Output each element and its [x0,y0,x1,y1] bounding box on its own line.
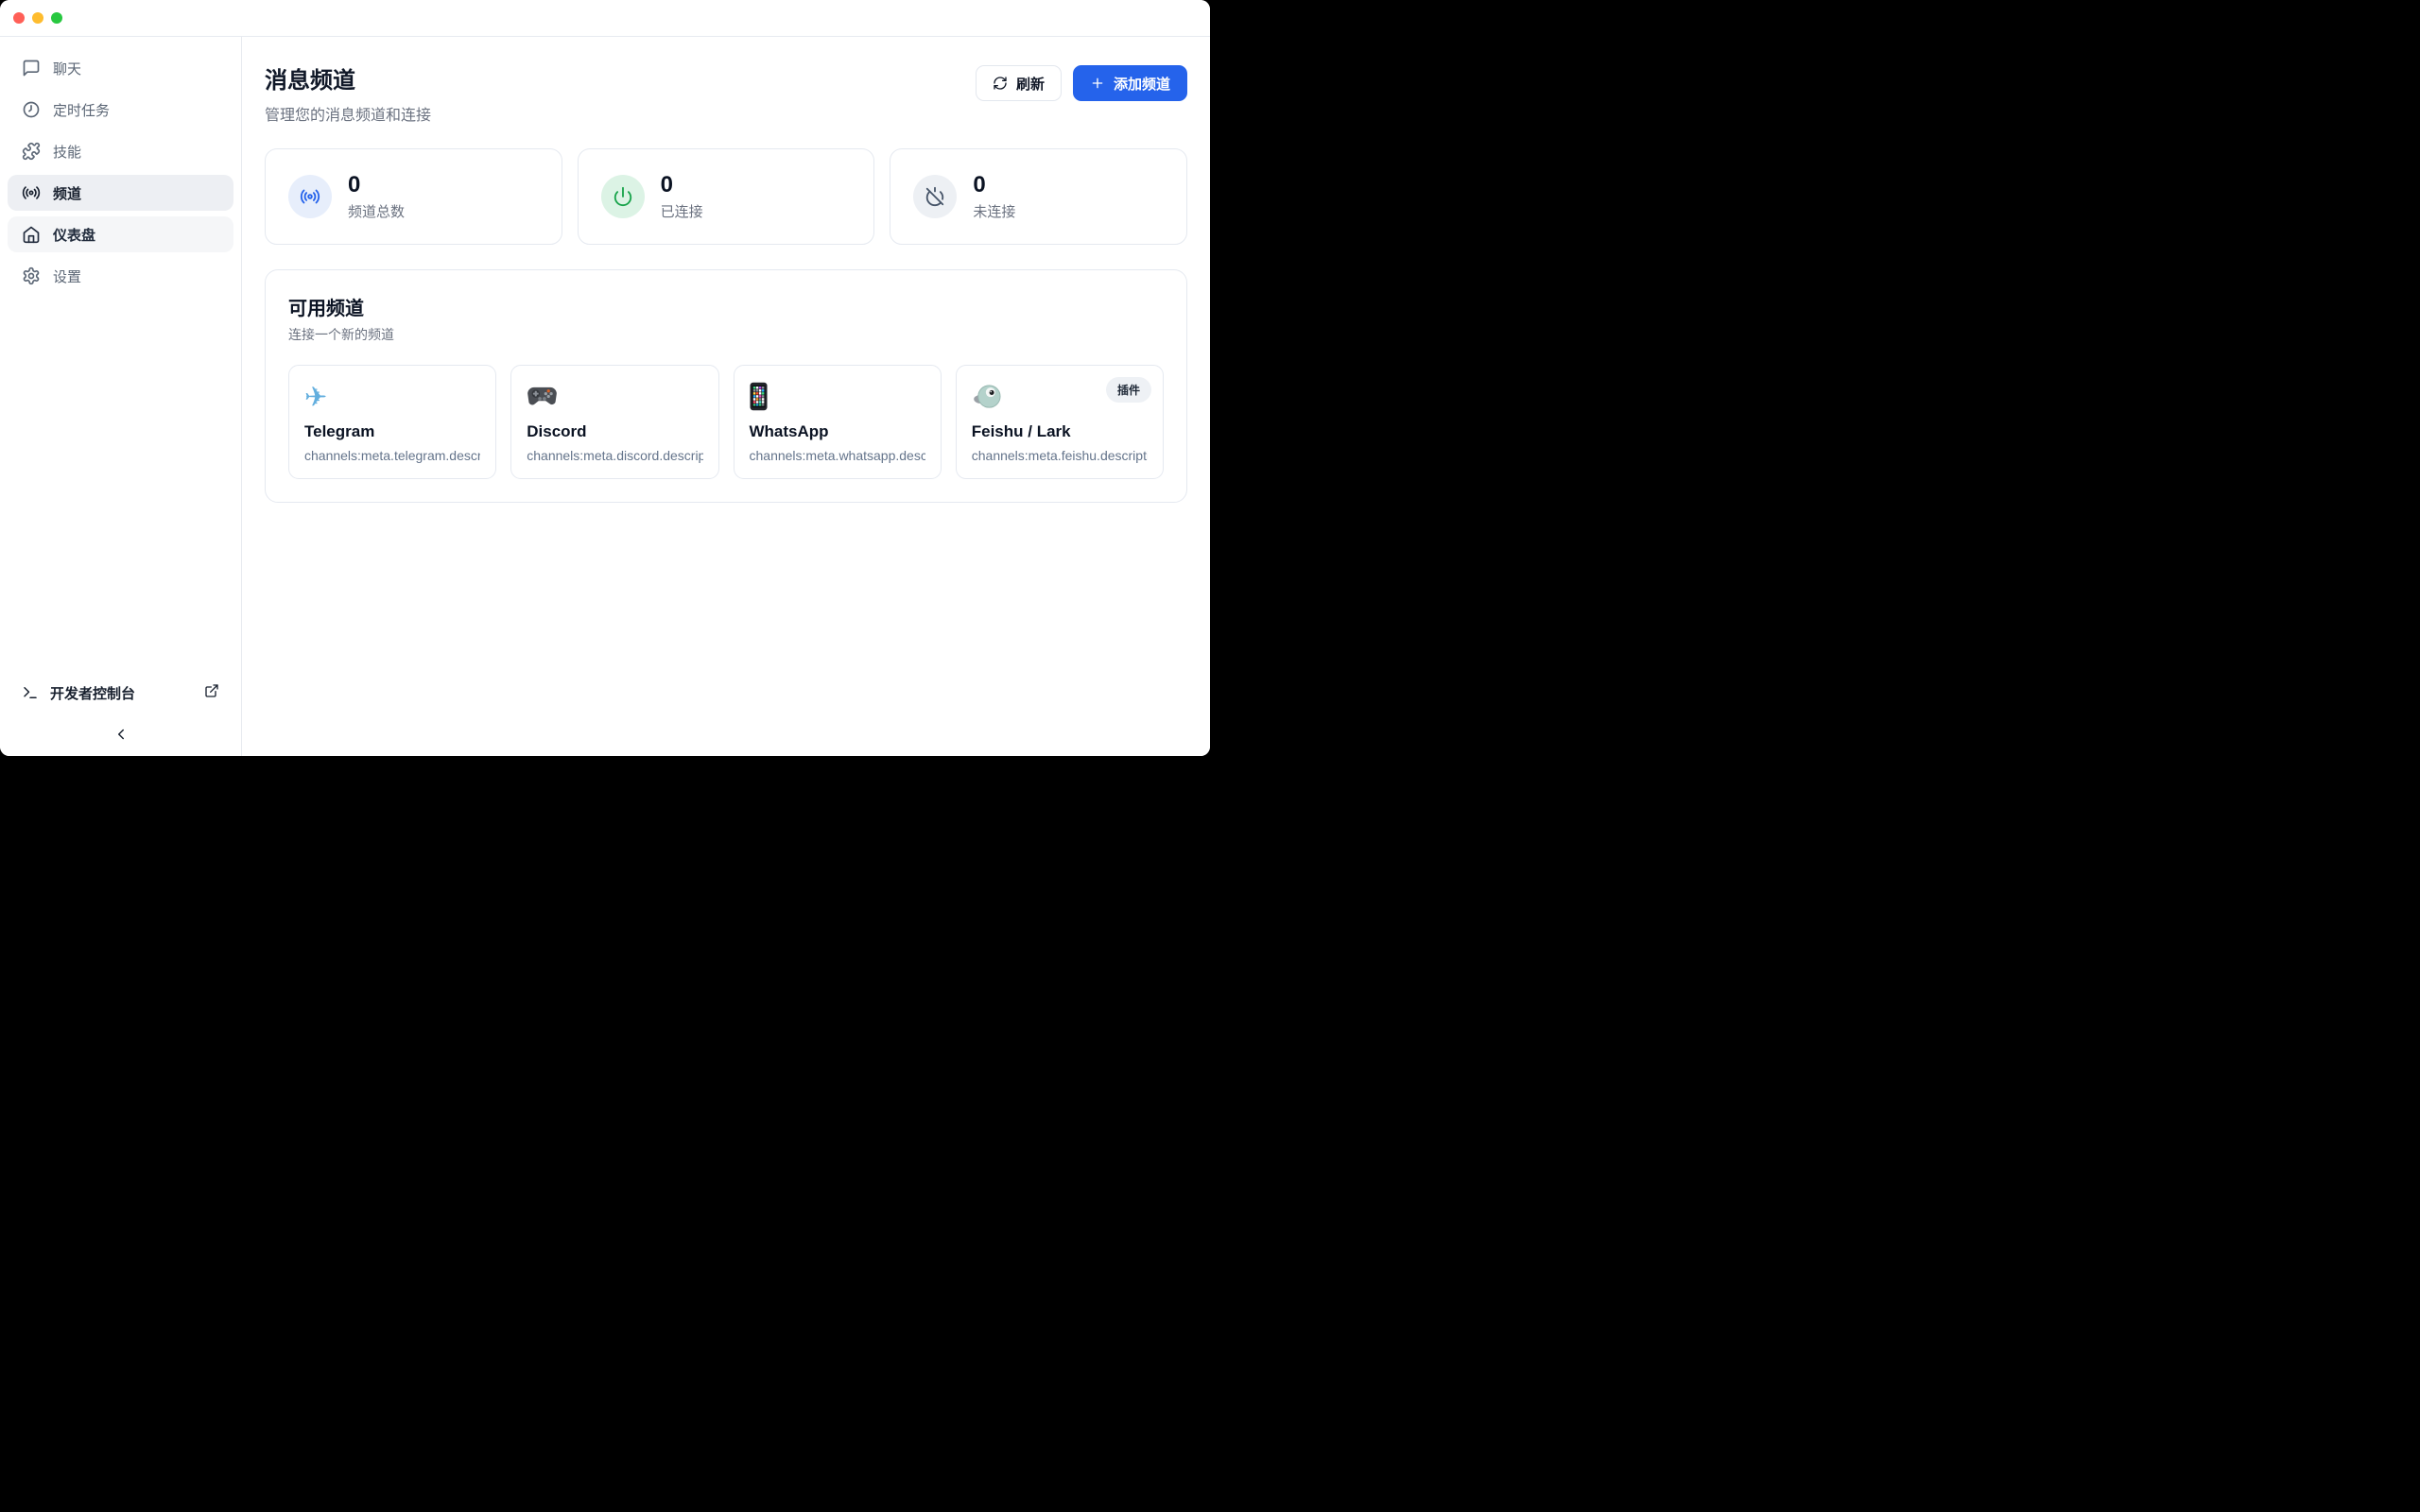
add-channel-button-label: 添加频道 [1114,74,1170,94]
stat-card-connected: 0 已连接 [578,148,875,245]
page-header: 消息频道 管理您的消息频道和连接 刷新 添加频道 [265,37,1187,125]
available-channels-subtitle: 连接一个新的频道 [288,325,1164,344]
refresh-icon [993,76,1008,91]
developer-console-link[interactable]: 开发者控制台 [8,675,233,711]
channel-description: channels:meta.feishu.description [972,448,1148,463]
main-content: 消息频道 管理您的消息频道和连接 刷新 添加频道 [242,37,1210,756]
gear-icon [22,266,41,285]
header-actions: 刷新 添加频道 [976,61,1187,101]
sidebar-collapse-button[interactable] [0,711,241,756]
channel-card-telegram[interactable]: ✈ Telegram channels:meta.telegram.descri… [288,365,496,479]
channel-card-discord[interactable]: Discord channels:meta.discord.descriptio… [510,365,718,479]
available-channels-title: 可用频道 [288,293,1164,320]
close-window-button[interactable] [13,12,25,24]
sidebar-nav: 聊天 定时任务 技能 频道 仪表盘 [0,37,241,300]
clock-icon [22,100,41,119]
stat-value: 0 [348,172,405,198]
radio-icon [288,175,332,218]
sidebar-item-skills[interactable]: 技能 [8,133,233,169]
sidebar-item-settings[interactable]: 设置 [8,258,233,294]
stat-label: 频道总数 [348,201,405,221]
page-subtitle: 管理您的消息频道和连接 [265,102,431,125]
chevron-left-icon [112,726,130,743]
channel-description: channels:meta.discord.description [527,448,702,463]
developer-console-label: 开发者控制台 [50,683,135,703]
page-header-text: 消息频道 管理您的消息频道和连接 [265,61,431,125]
titlebar [0,0,1210,37]
sidebar-item-channels[interactable]: 频道 [8,175,233,211]
sidebar-item-label: 定时任务 [53,100,110,120]
channel-card-whatsapp[interactable]: WhatsApp channels:meta.whatsapp.descript… [734,365,942,479]
available-channels-panel: 可用频道 连接一个新的频道 ✈ Telegram channels:meta.t… [265,269,1187,503]
stat-card-total-channels: 0 频道总数 [265,148,562,245]
channel-name: WhatsApp [750,422,925,441]
channel-name: Telegram [304,422,480,441]
sidebar: 聊天 定时任务 技能 频道 仪表盘 [0,37,242,756]
page-title: 消息频道 [265,61,431,94]
power-off-icon [913,175,957,218]
sidebar-item-label: 技能 [53,142,81,162]
plugin-badge: 插件 [1106,377,1151,403]
power-icon [601,175,645,218]
sidebar-spacer [0,300,241,675]
sidebar-item-label: 频道 [53,183,81,203]
channel-description: channels:meta.telegram.description [304,448,480,463]
app-body: 聊天 定时任务 技能 频道 仪表盘 [0,37,1210,756]
sidebar-item-label: 设置 [53,266,81,286]
app-window: 聊天 定时任务 技能 频道 仪表盘 [0,0,1210,756]
zoom-window-button[interactable] [51,12,62,24]
puzzle-icon [22,142,41,161]
stat-label: 已连接 [661,201,703,221]
refresh-button-label: 刷新 [1016,74,1045,94]
stat-text: 0 未连接 [973,172,1015,221]
external-link-icon [204,683,219,702]
airplane-emoji: ✈ [304,381,480,413]
sidebar-item-dashboard[interactable]: 仪表盘 [8,216,233,252]
plus-icon [1090,76,1105,91]
chat-bubble-icon [22,59,41,77]
stat-text: 0 频道总数 [348,172,405,221]
channel-name: Discord [527,422,702,441]
stat-card-disconnected: 0 未连接 [890,148,1187,245]
minimize-window-button[interactable] [32,12,43,24]
terminal-icon [22,684,39,701]
stat-label: 未连接 [973,201,1015,221]
refresh-button[interactable]: 刷新 [976,65,1062,101]
add-channel-button[interactable]: 添加频道 [1073,65,1187,101]
gamepad-emoji [527,381,702,413]
channel-grid: ✈ Telegram channels:meta.telegram.descri… [288,365,1164,479]
stats-row: 0 频道总数 0 已连接 [265,148,1187,245]
home-icon [22,225,41,244]
channel-card-feishu[interactable]: 插件 Feishu / Lark c [956,365,1164,479]
stat-text: 0 已连接 [661,172,703,221]
channel-description: channels:meta.whatsapp.description [750,448,925,463]
traffic-lights [13,12,62,24]
sidebar-item-chat[interactable]: 聊天 [8,50,233,86]
stat-value: 0 [661,172,703,198]
sidebar-item-label: 仪表盘 [53,225,95,245]
radio-icon [22,183,41,202]
sidebar-item-scheduled-tasks[interactable]: 定时任务 [8,92,233,128]
channel-name: Feishu / Lark [972,422,1148,441]
mobile-phone-emoji [750,381,925,413]
stat-value: 0 [973,172,1015,198]
sidebar-item-label: 聊天 [53,59,81,78]
